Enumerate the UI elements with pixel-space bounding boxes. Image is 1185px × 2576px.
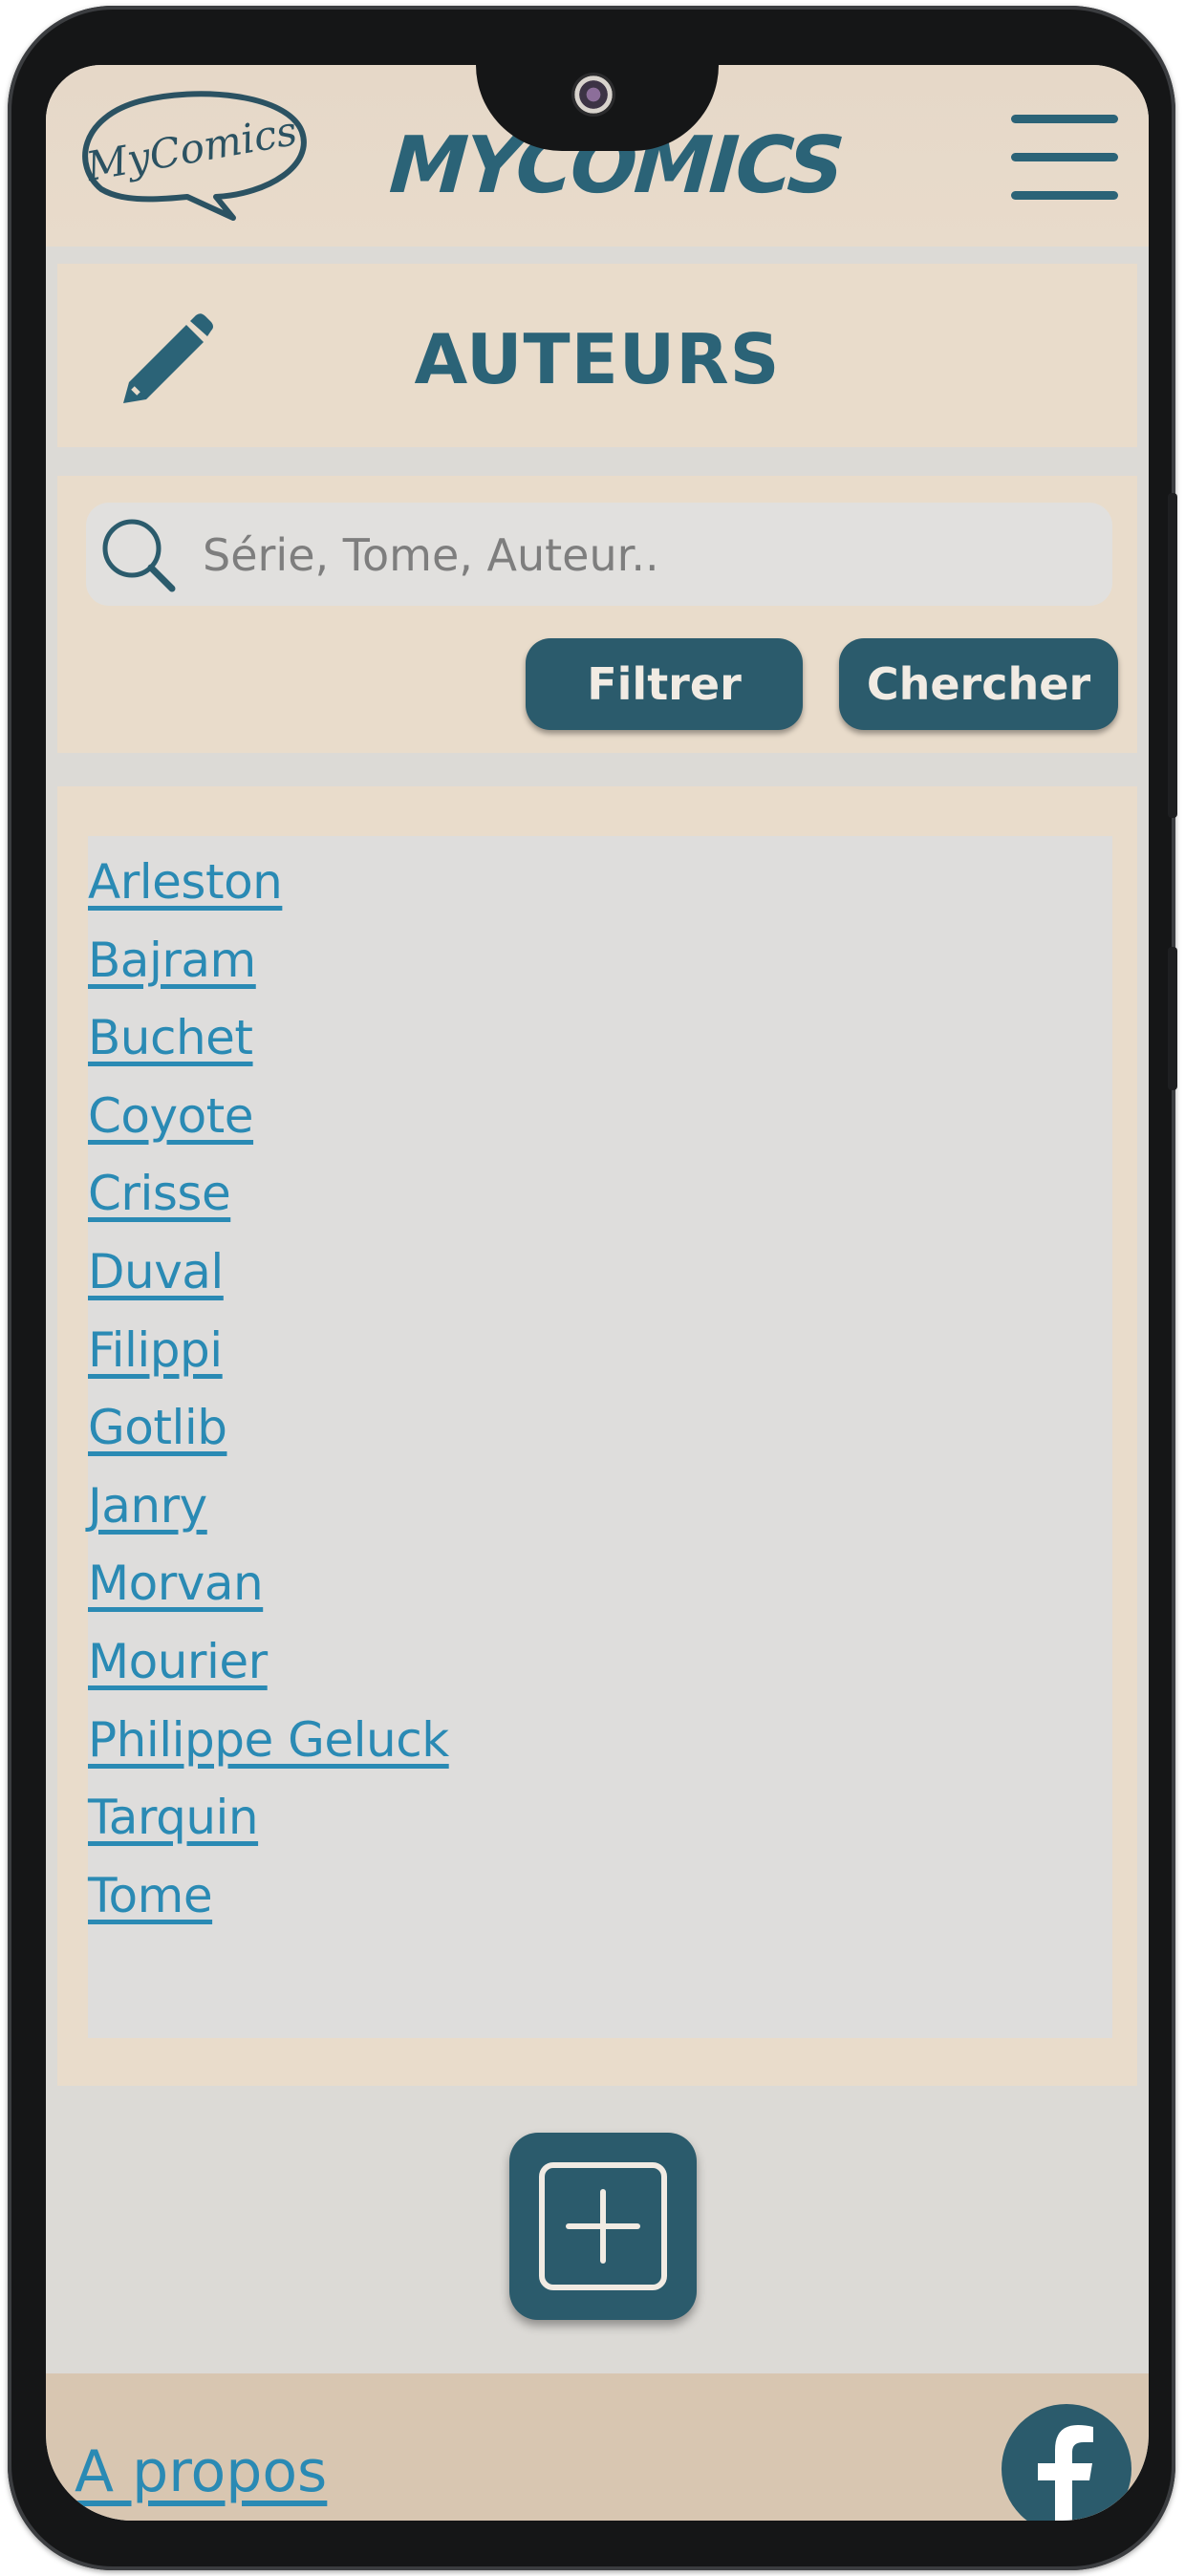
authors-list: Arleston Bajram Buchet Coyote Crisse Duv… [88,844,449,1935]
side-button-lower [1168,947,1177,1090]
author-link[interactable]: Gotlib [88,1400,227,1455]
author-link[interactable]: Mourier [88,1634,268,1689]
search-icon[interactable] [96,512,182,598]
hamburger-icon-bar [1011,191,1118,200]
front-camera [571,73,615,117]
author-link[interactable]: Duval [88,1244,224,1299]
list-item: Philippe Geluck [88,1702,449,1780]
list-item: Filippi [88,1312,449,1390]
about-link[interactable]: A propos [75,2438,327,2505]
filter-button[interactable]: Filtrer [526,638,803,730]
logo-text: MyComics [82,107,301,190]
author-link[interactable]: Bajram [88,933,256,988]
author-link[interactable]: Coyote [88,1088,254,1144]
title-panel: AUTEURS [57,264,1137,447]
author-link[interactable]: Tome [88,1868,213,1923]
author-link[interactable]: Buchet [88,1010,253,1065]
authors-panel: Arleston Bajram Buchet Coyote Crisse Duv… [57,786,1137,2086]
search-bar [86,503,1112,606]
author-link[interactable]: Crisse [88,1166,231,1221]
plus-square-icon [539,2162,667,2290]
list-item: Janry [88,1468,449,1546]
menu-button[interactable] [1011,111,1122,206]
list-item: Duval [88,1234,449,1312]
author-link[interactable]: Janry [88,1478,207,1534]
add-author-button[interactable] [509,2133,697,2320]
list-item: Morvan [88,1545,449,1623]
list-item: Gotlib [88,1389,449,1468]
author-link[interactable]: Philippe Geluck [88,1712,449,1768]
search-panel: Filtrer Chercher [57,476,1137,753]
author-link[interactable]: Filippi [88,1322,223,1378]
list-item: Arleston [88,844,449,922]
phone-frame: MyComics MYCOMICS AUTEURS Série, Tome, A… [8,6,1177,2570]
authors-list-container: Arleston Bajram Buchet Coyote Crisse Duv… [88,836,1112,2038]
author-link[interactable]: Tarquin [88,1790,259,1845]
facebook-icon[interactable] [1002,2404,1131,2521]
author-link[interactable]: Arleston [88,854,283,910]
page-title: AUTEURS [414,319,781,399]
hamburger-icon [1011,115,1118,123]
list-item: Mourier [88,1623,449,1702]
search-button[interactable]: Chercher [839,638,1118,730]
list-item: Tarquin [88,1779,449,1857]
hamburger-icon-bar [1011,153,1118,161]
side-button-upper [1168,493,1177,818]
list-item: Bajram [88,922,449,1000]
footer: A propos [46,2373,1149,2521]
mycomics-logo[interactable]: MyComics [73,84,312,232]
list-item: Crisse [88,1155,449,1234]
list-item: Tome [88,1857,449,1936]
list-item: Coyote [88,1078,449,1156]
search-input[interactable] [201,516,1093,594]
app-screen: MyComics MYCOMICS AUTEURS Série, Tome, A… [46,65,1149,2521]
author-link[interactable]: Morvan [88,1556,264,1611]
list-item: Buchet [88,999,449,1078]
